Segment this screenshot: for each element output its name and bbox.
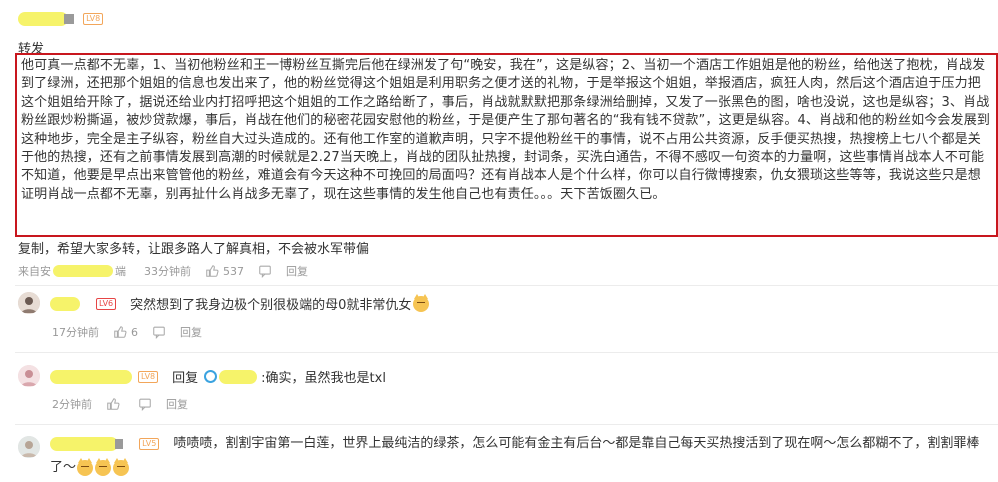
comment-row: LV8 回复 :确实，虽然我也是txl — [50, 367, 386, 386]
mentioned-user-redacted[interactable] — [219, 369, 258, 384]
thumbs-up-icon[interactable] — [113, 325, 127, 339]
level-badge: LV8 — [138, 370, 159, 383]
like-count: 537 — [223, 264, 244, 278]
thumbs-up-icon[interactable] — [106, 397, 120, 411]
mention-icon — [204, 370, 218, 383]
comment-row: LV6 突然想到了我身边极个别很极端的母0就非常仇女 — [50, 293, 430, 313]
author-name-redacted[interactable] — [18, 11, 68, 26]
comment-meta-row: 17分钟前 6 回复 — [52, 323, 202, 341]
post-time: 33分钟前 — [144, 265, 191, 278]
source-suffix: 端 — [115, 265, 126, 278]
cat-emoji-icon — [77, 457, 94, 476]
comment-time: 2分钟前 — [52, 398, 92, 411]
cat-emoji-icon — [95, 457, 112, 476]
comment-text: 突然想到了我身边极个别很极端的母0就非常仇女 — [130, 298, 412, 313]
quoted-text: 他可真一点都不无辜，1、当初他粉丝和王一博粉丝互撕完后他在绿洲发了句“晚安，我在… — [21, 58, 990, 202]
comment-text: :确实，虽然我也是txl — [261, 371, 386, 386]
avatar[interactable] — [18, 436, 40, 458]
level-badge: LV5 — [139, 437, 160, 450]
avatar[interactable] — [18, 365, 40, 387]
post-meta-row: 来自安 端 33分钟前 537 回复 — [18, 262, 308, 280]
comment-icon[interactable] — [152, 325, 166, 339]
comment-text: 啧啧啧，割割宇宙第一白莲，世界上最纯洁的绿茶，怎么可能有金主有后台～都是靠自己每… — [50, 436, 980, 475]
commenter-name-redacted[interactable] — [50, 369, 132, 384]
level-badge: LV6 — [96, 297, 117, 310]
commenter-name-redacted[interactable] — [50, 436, 118, 451]
commenter-name-redacted[interactable] — [50, 296, 80, 311]
repost-tail-text: 复制，希望大家多转，让跟多路人了解真相，不会被水军带偏 — [18, 242, 370, 257]
reply-link[interactable]: 回复 — [180, 324, 202, 340]
divider — [15, 424, 998, 425]
level-badge: LV8 — [83, 12, 104, 25]
cat-emoji-icon — [413, 293, 430, 312]
comment-time: 17分钟前 — [52, 326, 99, 339]
avatar[interactable] — [18, 292, 40, 314]
thumbs-up-icon[interactable] — [205, 264, 219, 278]
source-prefix: 来自安 — [18, 265, 51, 278]
source-device-redacted — [53, 265, 113, 277]
comment-meta-row: 2分钟前 回复 — [52, 395, 188, 413]
divider — [15, 285, 998, 286]
cat-emoji-icon — [113, 457, 130, 476]
like-count: 6 — [131, 325, 138, 339]
quoted-highlight-box: 他可真一点都不无辜，1、当初他粉丝和王一博粉丝互撕完后他在绿洲发了句“晚安，我在… — [15, 53, 998, 237]
author-name-tail — [64, 13, 74, 24]
divider — [15, 352, 998, 353]
commenter-name-tail — [115, 438, 123, 449]
reply-link[interactable]: 回复 — [166, 396, 188, 412]
comment-icon[interactable] — [138, 397, 152, 411]
comment-icon[interactable] — [258, 264, 272, 278]
reply-link[interactable]: 回复 — [286, 263, 308, 279]
post-header: LV8 — [18, 8, 104, 28]
reply-word: 回复 — [172, 371, 199, 386]
comment-row: LV5 啧啧啧，割割宇宙第一白莲，世界上最纯洁的绿茶，怎么可能有金主有后台～都是… — [50, 432, 980, 480]
